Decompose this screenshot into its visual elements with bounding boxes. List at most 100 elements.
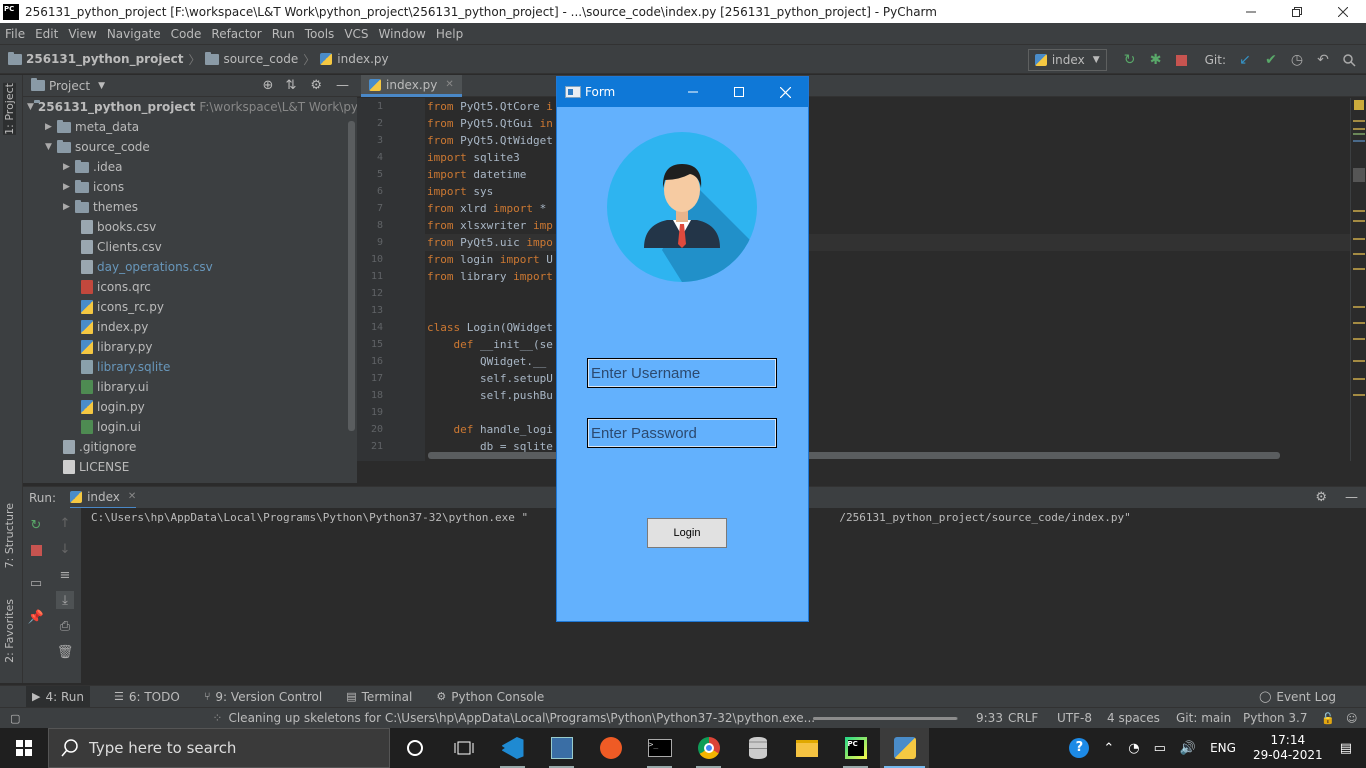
taskbar-search[interactable]: Type here to search: [48, 728, 390, 768]
git-update-icon[interactable]: ↙: [1236, 51, 1254, 69]
tree-item[interactable]: library.py: [23, 337, 357, 357]
inspector-icon[interactable]: ☺: [1346, 712, 1357, 725]
hide-icon[interactable]: —: [1345, 490, 1358, 505]
editor-marker[interactable]: [1353, 133, 1365, 135]
rerun-icon[interactable]: ↻: [27, 516, 45, 534]
breadcrumb-folder[interactable]: source_code: [205, 51, 298, 66]
gear-icon[interactable]: ⚙: [310, 78, 322, 93]
rollback-icon[interactable]: ↶: [1314, 51, 1332, 69]
tree-root[interactable]: ▼ 256131_python_project F:\workspace\L&T…: [23, 97, 378, 117]
warning-indicator-icon[interactable]: [1354, 100, 1364, 110]
editor-marker[interactable]: [1353, 360, 1365, 362]
tree-item[interactable]: ▶ .idea: [23, 157, 357, 177]
breadcrumb-project[interactable]: 256131_python_project: [8, 51, 183, 66]
file-explorer-icon[interactable]: [782, 728, 831, 768]
tree-item[interactable]: Clients.csv: [23, 237, 357, 257]
form-maximize-button[interactable]: [716, 77, 762, 107]
menu-file[interactable]: File: [0, 27, 30, 41]
menu-view[interactable]: View: [63, 27, 101, 41]
menu-navigate[interactable]: Navigate: [102, 27, 166, 41]
database-icon[interactable]: [733, 728, 782, 768]
close-button[interactable]: [1320, 0, 1366, 23]
hide-icon[interactable]: —: [336, 78, 349, 93]
tool-tab-project[interactable]: 1: Project: [3, 83, 16, 135]
tool-tab-favorites[interactable]: 2: Favorites: [3, 599, 16, 663]
editor-marker[interactable]: [1353, 120, 1365, 122]
git-commit-icon[interactable]: ✔: [1262, 51, 1280, 69]
scroll-to-end-icon[interactable]: ⤓: [56, 591, 74, 609]
editor-marker[interactable]: [1353, 394, 1365, 396]
tree-item[interactable]: login.py: [23, 397, 357, 417]
tree-item[interactable]: books.csv: [23, 217, 357, 237]
menu-tools[interactable]: Tools: [300, 27, 340, 41]
tree-item[interactable]: ▶ meta_data: [23, 117, 357, 137]
battery-icon[interactable]: ▭: [1154, 741, 1166, 756]
cortana-icon[interactable]: [390, 728, 439, 768]
tree-item[interactable]: library.sqlite: [23, 357, 357, 377]
editor-marker[interactable]: [1353, 338, 1365, 340]
editor-marker[interactable]: [1353, 268, 1365, 270]
volume-icon[interactable]: 🔊: [1180, 741, 1196, 756]
editor-marker[interactable]: [1353, 210, 1365, 212]
tool-tab-todo[interactable]: ☰ 6: TODO: [114, 686, 180, 708]
caret-position[interactable]: 9:33: [976, 711, 1003, 725]
cmd-icon[interactable]: >_: [635, 728, 684, 768]
chrome-icon[interactable]: [684, 728, 733, 768]
editor-marker[interactable]: [1353, 238, 1365, 240]
menu-window[interactable]: Window: [374, 27, 431, 41]
toggle-panels-icon[interactable]: ▢: [10, 712, 20, 725]
down-arrow-icon[interactable]: ↓: [56, 540, 74, 558]
run-config-select[interactable]: index ▼: [1027, 49, 1107, 71]
clock[interactable]: 17:14 29-04-2021: [1253, 733, 1323, 763]
project-scrollbar[interactable]: [348, 121, 355, 431]
line-separator[interactable]: CRLF: [1008, 711, 1038, 725]
soft-wrap-icon[interactable]: ≡: [56, 566, 74, 584]
form-close-button[interactable]: [762, 77, 808, 107]
up-arrow-icon[interactable]: ↑: [56, 514, 74, 532]
menu-refactor[interactable]: Refactor: [206, 27, 266, 41]
tool-tab-python-console[interactable]: ⚙ Python Console: [436, 686, 544, 708]
file-encoding[interactable]: UTF-8: [1057, 711, 1092, 725]
menu-run[interactable]: Run: [267, 27, 300, 41]
tree-item[interactable]: day_operations.csv: [23, 257, 357, 277]
username-input[interactable]: [587, 358, 777, 388]
lock-icon[interactable]: 🔓: [1321, 712, 1335, 725]
run-tab-index[interactable]: index ✕: [70, 487, 137, 509]
tree-item[interactable]: ▶ icons: [23, 177, 357, 197]
breadcrumb-file[interactable]: index.py: [320, 52, 389, 66]
stop-icon[interactable]: [27, 541, 45, 559]
git-branch[interactable]: Git: main: [1176, 711, 1231, 725]
locate-icon[interactable]: ⊕: [263, 78, 274, 93]
editor-marker[interactable]: [1353, 220, 1365, 222]
tool-tab-terminal[interactable]: ▤ Terminal: [346, 686, 412, 708]
debug-icon[interactable]: ✱: [1147, 51, 1165, 69]
python-interpreter[interactable]: Python 3.7: [1243, 711, 1308, 725]
pycharm-taskbar-icon[interactable]: PC: [831, 728, 880, 768]
trash-icon[interactable]: 🗑: [56, 643, 74, 661]
layout-icon[interactable]: ▭: [27, 574, 45, 592]
form-minimize-button[interactable]: [670, 77, 716, 107]
minimize-button[interactable]: [1228, 0, 1274, 23]
language-indicator[interactable]: ENG: [1210, 741, 1236, 755]
rerun-icon[interactable]: ↻: [1121, 51, 1139, 69]
project-panel-title[interactable]: Project: [49, 79, 90, 93]
editor-marker[interactable]: [1353, 168, 1365, 182]
menu-vcs[interactable]: VCS: [339, 27, 373, 41]
restore-button[interactable]: [1274, 0, 1320, 23]
search-everywhere-icon[interactable]: [1340, 51, 1358, 69]
tree-item[interactable]: library.ui: [23, 377, 357, 397]
tree-item[interactable]: icons_rc.py: [23, 297, 357, 317]
ssms-icon[interactable]: [537, 728, 586, 768]
menu-code[interactable]: Code: [166, 27, 207, 41]
python-app-icon[interactable]: [880, 728, 929, 768]
tree-item[interactable]: ▼ source_code: [23, 137, 357, 157]
close-tab-icon[interactable]: ✕: [445, 79, 453, 90]
print-icon[interactable]: ⎙: [56, 617, 74, 635]
editor-marker[interactable]: [1353, 306, 1365, 308]
editor-tab-index[interactable]: index.py ✕: [361, 75, 462, 97]
gear-icon[interactable]: ⚙: [1315, 490, 1327, 505]
network-icon[interactable]: ◔: [1128, 741, 1139, 756]
notification-icon[interactable]: ▤: [1340, 741, 1352, 756]
menu-edit[interactable]: Edit: [30, 27, 63, 41]
indent-setting[interactable]: 4 spaces: [1107, 711, 1160, 725]
